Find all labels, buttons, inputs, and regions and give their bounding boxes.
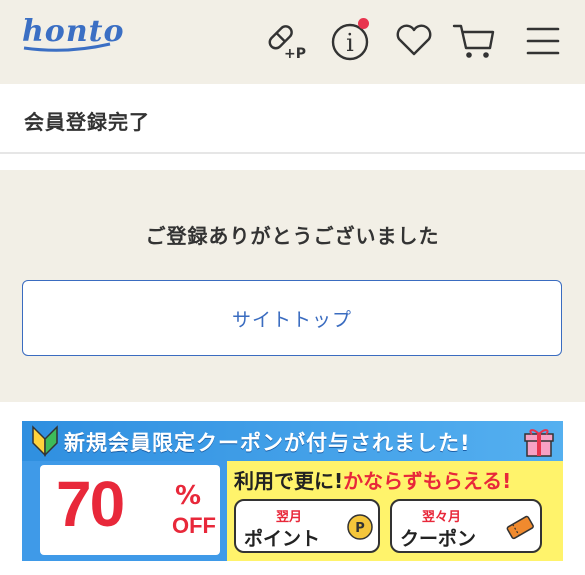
beginner-mark-icon bbox=[32, 425, 58, 457]
off-label: OFF bbox=[172, 513, 216, 538]
pill1-small: 翌月 bbox=[276, 510, 303, 525]
month-after-next-coupon-badge: 翌々月 クーポン bbox=[390, 499, 542, 553]
banner-headline: 新規会員限定クーポンが付与されました! bbox=[64, 431, 471, 455]
info-glyph: i bbox=[346, 29, 354, 57]
point-coin-icon: P bbox=[347, 514, 373, 540]
svg-text:P: P bbox=[355, 521, 365, 536]
site-top-button[interactable]: サイトトップ bbox=[22, 280, 562, 356]
gift-icon bbox=[524, 429, 554, 457]
discount-value: 70 bbox=[56, 468, 125, 540]
completion-section: ご登録ありがとうございました サイトトップ bbox=[0, 170, 585, 402]
page-title: 会員登録完了 bbox=[24, 110, 150, 134]
subline-highlight: かならずもらえる! bbox=[343, 469, 512, 493]
pill1-big: ポイント bbox=[244, 528, 321, 550]
menu-icon[interactable] bbox=[520, 18, 564, 62]
cart-icon[interactable] bbox=[452, 18, 496, 62]
notification-badge bbox=[358, 18, 369, 29]
next-month-point-badge: 翌月 ポイント P bbox=[234, 499, 380, 553]
page-title-bar: 会員登録完了 bbox=[0, 84, 585, 154]
banner-subline: 利用で更に!かならずもらえる! bbox=[234, 465, 511, 494]
subline-prefix: 利用で更に! bbox=[234, 469, 344, 493]
pill2-small: 翌々月 bbox=[422, 510, 462, 525]
logo-swoosh bbox=[23, 42, 111, 52]
new-member-coupon-banner[interactable]: 新規会員限定クーポンが付与されました! 70 % OFF 利用で更に!かならずも… bbox=[22, 421, 563, 561]
percent-sign: % bbox=[175, 481, 202, 511]
section-gap bbox=[0, 156, 585, 170]
pill2-big: クーポン bbox=[400, 528, 477, 550]
heart-icon[interactable] bbox=[392, 18, 436, 62]
drug-plus-p-icon[interactable]: +P bbox=[262, 18, 306, 62]
coupon-ticket-icon bbox=[506, 515, 534, 540]
header-bar: honto +P i bbox=[0, 0, 585, 84]
completion-message: ご登録ありがとうございました bbox=[145, 224, 440, 248]
point-label: +P bbox=[284, 46, 306, 62]
